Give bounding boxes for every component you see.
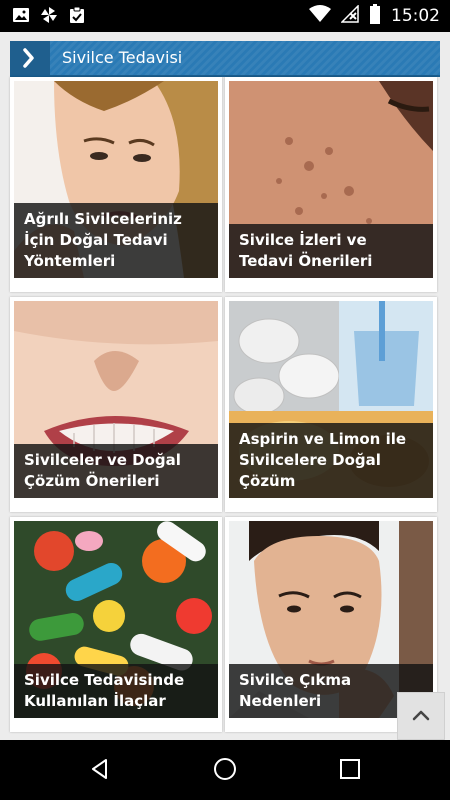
clipboard-icon bbox=[68, 6, 86, 28]
recents-button[interactable] bbox=[335, 756, 365, 786]
article-title: Aspirin ve Limon ile Sivilcelere Doğal Ç… bbox=[229, 423, 433, 498]
back-icon bbox=[88, 757, 112, 785]
battery-icon bbox=[369, 4, 381, 28]
article-title: Sivilce Tedavisinde Kullanılan İlaçlar bbox=[14, 664, 218, 718]
no-signal-icon bbox=[340, 4, 359, 27]
status-bar: 15:02 bbox=[0, 0, 450, 32]
clock: 15:02 bbox=[391, 6, 440, 26]
article-card[interactable]: Sivilce İzleri ve Tedavi Önerileri bbox=[225, 77, 437, 292]
navigation-bar bbox=[0, 740, 450, 800]
home-icon bbox=[212, 756, 238, 786]
section-title: Sivilce Tedavisi bbox=[62, 48, 183, 67]
article-card[interactable]: Sivilce Tedavisinde Kullanılan İlaçlar bbox=[10, 517, 222, 732]
recents-icon bbox=[339, 758, 361, 784]
article-card[interactable]: Aspirin ve Limon ile Sivilcelere Doğal Ç… bbox=[225, 297, 437, 512]
chevron-right-icon bbox=[10, 41, 50, 75]
image-icon bbox=[12, 6, 30, 28]
scroll-to-top-button[interactable] bbox=[397, 692, 445, 740]
section-header[interactable]: Sivilce Tedavisi bbox=[10, 41, 440, 77]
pinwheel-icon bbox=[40, 6, 58, 28]
article-title: Sivilce İzleri ve Tedavi Önerileri bbox=[229, 224, 433, 278]
wifi-icon bbox=[309, 5, 331, 27]
back-button[interactable] bbox=[85, 756, 115, 786]
article-title: Sivilceler ve Doğal Çözüm Önerileri bbox=[14, 444, 218, 498]
article-card[interactable]: Sivilceler ve Doğal Çözüm Önerileri bbox=[10, 297, 222, 512]
chevron-up-icon bbox=[411, 707, 431, 726]
article-card[interactable]: Ağrılı Sivilceleriniz İçin Doğal Tedavi … bbox=[10, 77, 222, 292]
article-title: Ağrılı Sivilceleriniz İçin Doğal Tedavi … bbox=[14, 203, 218, 278]
home-button[interactable] bbox=[210, 756, 240, 786]
